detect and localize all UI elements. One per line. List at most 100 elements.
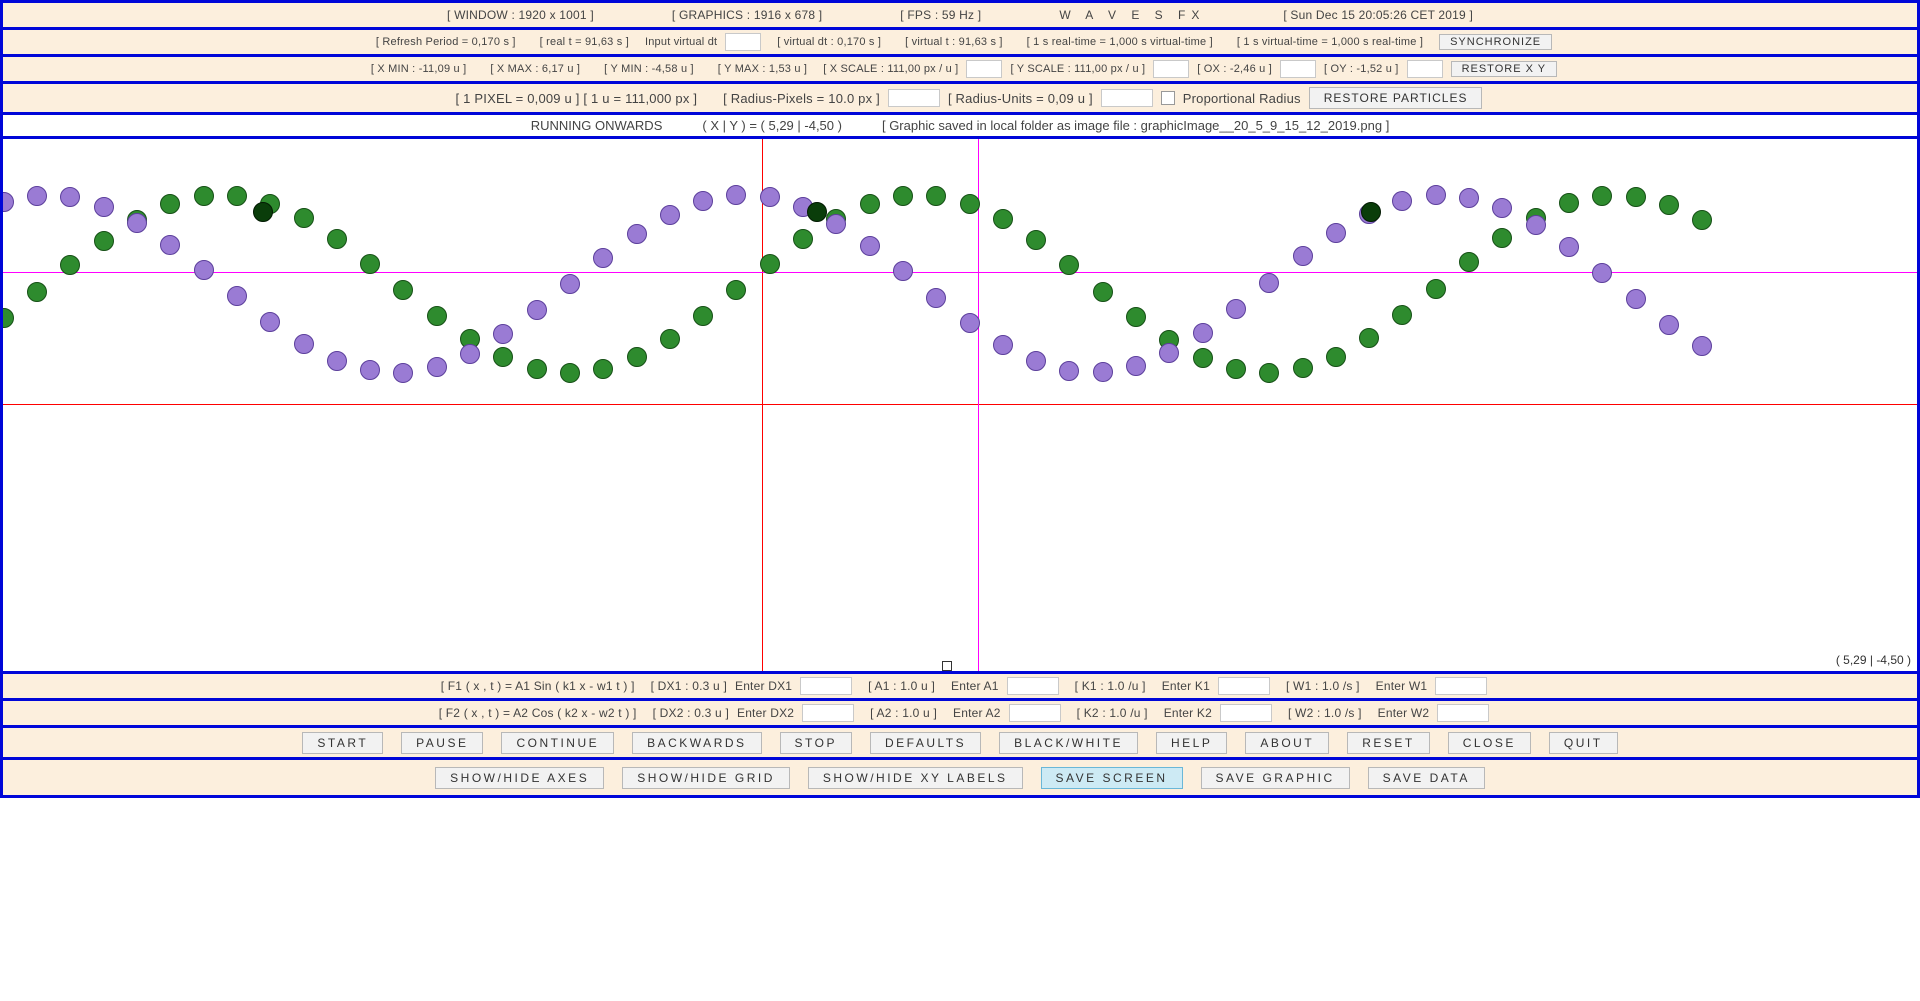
- secondary-button-bar: SHOW/HIDE AXES SHOW/HIDE GRID SHOW/HIDE …: [3, 757, 1917, 795]
- wave1-dot: [1426, 279, 1446, 299]
- wave2-dot: [294, 334, 314, 354]
- help-button[interactable]: HELP: [1156, 732, 1227, 754]
- wave1-dot: [1659, 195, 1679, 215]
- wave1-dot: [593, 359, 613, 379]
- show-hide-axes-button[interactable]: SHOW/HIDE AXES: [435, 767, 604, 789]
- wave1-dot: [327, 229, 347, 249]
- restore-particles-button[interactable]: RESTORE PARTICLES: [1309, 87, 1483, 109]
- yscale-input[interactable]: [1153, 60, 1189, 78]
- ox-input[interactable]: [1280, 60, 1316, 78]
- wave2-dot: [693, 191, 713, 211]
- wave1-dot: [660, 329, 680, 349]
- wave1-dot: [1059, 255, 1079, 275]
- f1-k-label: [ K1 : 1.0 /u ]: [1075, 679, 1146, 693]
- wave2-dot: [1326, 223, 1346, 243]
- wave1-dot: [1392, 305, 1412, 325]
- xy-status: ( X | Y ) = ( 5,29 | -4,50 ): [702, 118, 842, 133]
- f1-w-input[interactable]: [1435, 677, 1487, 695]
- f2-a-input[interactable]: [1009, 704, 1061, 722]
- wave1-dot: [1359, 328, 1379, 348]
- save-data-button[interactable]: SAVE DATA: [1368, 767, 1485, 789]
- black-white-button[interactable]: BLACK/WHITE: [999, 732, 1138, 754]
- xscale-input[interactable]: [966, 60, 1002, 78]
- conv1-label: [ 1 s real-time = 1,000 s virtual-time ]: [1027, 36, 1213, 48]
- wave1-dot: [1259, 363, 1279, 383]
- radius-u-input[interactable]: [1101, 89, 1153, 107]
- wave2-dot: [27, 186, 47, 206]
- continue-button[interactable]: CONTINUE: [501, 732, 614, 754]
- wave2-dot: [893, 261, 913, 281]
- wave-overlap-dot: [253, 202, 273, 222]
- wave1-dot: [27, 282, 47, 302]
- wave1-dot: [1492, 228, 1512, 248]
- wave1-dot: [360, 254, 380, 274]
- f2-a-enter: Enter A2: [953, 706, 1001, 720]
- wave1-dot: [1326, 347, 1346, 367]
- wave2-dot: [1093, 362, 1113, 382]
- f1-k-input[interactable]: [1218, 677, 1270, 695]
- wave2-dot: [94, 197, 114, 217]
- f1-bar: [ F1 ( x , t ) = A1 Sin ( k1 x - w1 t ) …: [3, 671, 1917, 698]
- close-button[interactable]: CLOSE: [1448, 732, 1531, 754]
- wave1-dot: [560, 363, 580, 383]
- wave2-dot: [627, 224, 647, 244]
- stop-button[interactable]: STOP: [780, 732, 852, 754]
- xmax-label: [ X MAX : 6,17 u ]: [490, 63, 580, 75]
- cursor-marker-icon: [942, 661, 952, 671]
- oy-input[interactable]: [1407, 60, 1443, 78]
- f2-k-input[interactable]: [1220, 704, 1272, 722]
- wave2-dot: [1059, 361, 1079, 381]
- restore-xy-button[interactable]: RESTORE X Y: [1451, 61, 1558, 77]
- save-graphic-button[interactable]: SAVE GRAPHIC: [1201, 767, 1350, 789]
- wave2-dot: [360, 360, 380, 380]
- wave2-dot: [1659, 315, 1679, 335]
- wave1-dot: [1193, 348, 1213, 368]
- wave1-dot: [160, 194, 180, 214]
- graphics-canvas[interactable]: ( 5,29 | -4,50 ): [3, 136, 1917, 671]
- backwards-button[interactable]: BACKWARDS: [632, 732, 761, 754]
- save-screen-button[interactable]: SAVE SCREEN: [1041, 767, 1183, 789]
- wave2-dot: [227, 286, 247, 306]
- defaults-button[interactable]: DEFAULTS: [870, 732, 981, 754]
- f2-dx-input[interactable]: [802, 704, 854, 722]
- ymin-label: [ Y MIN : -4,58 u ]: [604, 63, 694, 75]
- axis-x-magenta: [3, 272, 1917, 273]
- fps-label: [ FPS : 59 Hz ]: [900, 8, 981, 22]
- wave1-dot: [294, 208, 314, 228]
- wave2-dot: [993, 335, 1013, 355]
- synchronize-button[interactable]: SYNCHRONIZE: [1439, 34, 1552, 50]
- wave2-dot: [260, 312, 280, 332]
- wave1-dot: [960, 194, 980, 214]
- datetime-label: [ Sun Dec 15 20:05:26 CET 2019 ]: [1283, 8, 1473, 22]
- wave1-dot: [227, 186, 247, 206]
- virtual-dt-input[interactable]: [725, 33, 761, 51]
- wave2-dot: [960, 313, 980, 333]
- wave2-dot: [1226, 299, 1246, 319]
- wave2-dot: [3, 192, 14, 212]
- show-hide-grid-button[interactable]: SHOW/HIDE GRID: [622, 767, 790, 789]
- radius-px-input[interactable]: [888, 89, 940, 107]
- saved-status: [ Graphic saved in local folder as image…: [882, 118, 1389, 133]
- f2-bar: [ F2 ( x , t ) = A2 Cos ( k2 x - w2 t ) …: [3, 698, 1917, 725]
- refresh-period-label: [ Refresh Period = 0,170 s ]: [376, 36, 516, 48]
- wave1-dot: [793, 229, 813, 249]
- f2-w-input[interactable]: [1437, 704, 1489, 722]
- pause-button[interactable]: PAUSE: [401, 732, 483, 754]
- wave2-dot: [393, 363, 413, 383]
- proportional-radius-checkbox[interactable]: [1161, 91, 1175, 105]
- f1-a-input[interactable]: [1007, 677, 1059, 695]
- wave2-dot: [1126, 356, 1146, 376]
- graphics-size-label: [ GRAPHICS : 1916 x 678 ]: [672, 8, 822, 22]
- ox-label: [ OX : -2,46 u ]: [1197, 63, 1272, 75]
- wave1-dot: [60, 255, 80, 275]
- wave1-dot: [3, 308, 14, 328]
- start-button[interactable]: START: [302, 732, 383, 754]
- f1-dx-input[interactable]: [800, 677, 852, 695]
- show-hide-labels-button[interactable]: SHOW/HIDE XY LABELS: [808, 767, 1023, 789]
- wave1-dot: [1026, 230, 1046, 250]
- f1-a-label: [ A1 : 1.0 u ]: [868, 679, 935, 693]
- about-button[interactable]: ABOUT: [1245, 732, 1329, 754]
- reset-button[interactable]: RESET: [1347, 732, 1430, 754]
- quit-button[interactable]: QUIT: [1549, 732, 1618, 754]
- wave2-dot: [127, 213, 147, 233]
